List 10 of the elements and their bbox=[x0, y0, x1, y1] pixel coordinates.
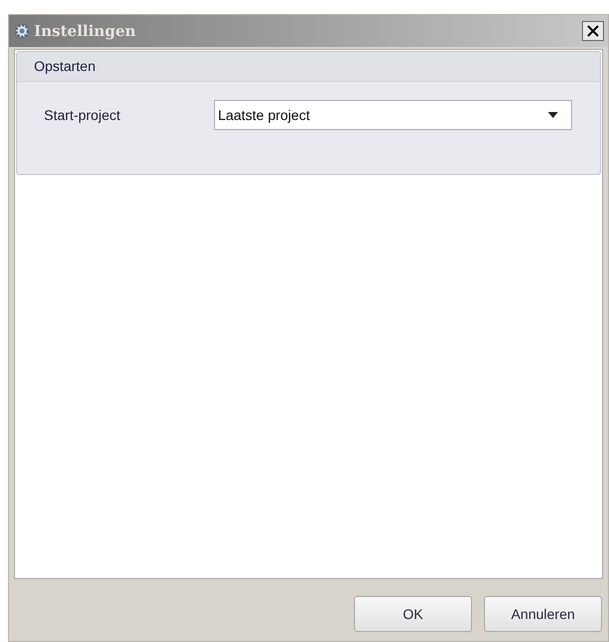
dialog-button[interactable]: OK bbox=[354, 596, 472, 632]
close-icon bbox=[587, 25, 599, 37]
dropdown-arrow-icon bbox=[548, 112, 558, 118]
dialog-button[interactable]: Annuleren bbox=[484, 596, 602, 632]
start-project-dropdown[interactable]: Laatste project bbox=[214, 100, 572, 130]
close-button[interactable] bbox=[582, 21, 604, 41]
group-title: Opstarten bbox=[34, 57, 96, 76]
window-title: Instellingen bbox=[34, 20, 136, 42]
field-label: Start-project bbox=[44, 106, 122, 125]
gear-icon bbox=[13, 22, 31, 40]
